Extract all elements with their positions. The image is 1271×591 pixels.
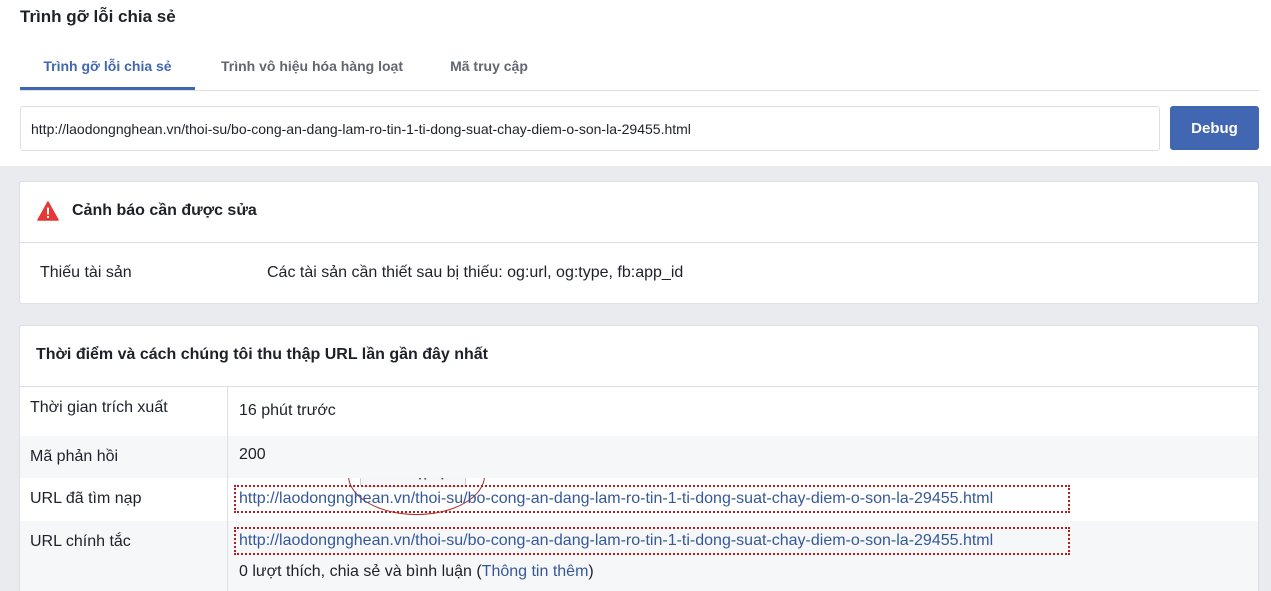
page-title: Trình gỡ lỗi chia sẻ: [20, 7, 176, 26]
engagement-text: 0 lượt thích, chia sẻ và bình luận (Thôn…: [239, 563, 594, 580]
table-row: Thời gian trích xuất 16 phút trước Thu t…: [20, 387, 1258, 515]
scrape-info-card: Thời điểm và cách chúng tôi thu thập URL…: [19, 325, 1259, 591]
fetched-url-link[interactable]: http://laodongnghean.vn/thoi-su/bo-cong-…: [239, 490, 993, 508]
scrape-info-title: Thời điểm và cách chúng tôi thu thập URL…: [36, 346, 489, 363]
more-info-link[interactable]: Thông tin thêm: [482, 563, 589, 580]
tab-batch-invalidator[interactable]: Trình vô hiệu hóa hàng loạt: [216, 48, 408, 90]
fetched-url-label: URL đã tìm nạp: [30, 490, 142, 507]
scraped-time-value: 16 phút trước: [239, 402, 336, 419]
warnings-header: Cảnh báo cần được sửa: [20, 182, 1258, 243]
canonical-url-link[interactable]: http://laodongnghean.vn/thoi-su/bo-cong-…: [239, 532, 993, 550]
canonical-url-label: URL chính tắc: [30, 533, 131, 550]
warning-triangle-icon: [37, 201, 59, 221]
response-code-label: Mã phản hồi: [30, 448, 119, 465]
scraped-time-label: Thời gian trích xuất: [30, 399, 168, 416]
table-row: Mã phản hồi 200: [20, 436, 1258, 478]
warnings-card: Cảnh báo cần được sửa Thiếu tài sản Các …: [19, 181, 1259, 304]
missing-properties-value: Các tài sản cần thiết sau bị thiếu: og:u…: [267, 264, 684, 281]
column-divider: [227, 387, 228, 591]
engagement-count: 0 lượt thích, chia sẻ và bình luận: [239, 563, 472, 580]
debug-button[interactable]: Debug: [1170, 106, 1259, 150]
header-panel: Trình gỡ lỗi chia sẻ Trình gỡ lỗi chia s…: [0, 0, 1271, 166]
table-row: URL chính tắc http://laodongnghean.vn/th…: [20, 521, 1258, 591]
url-input[interactable]: [20, 106, 1160, 151]
tab-sharing-debugger[interactable]: Trình gỡ lỗi chia sẻ: [20, 48, 195, 90]
table-row: URL đã tìm nạp http://laodongnghean.vn/t…: [20, 478, 1258, 521]
tab-access-token[interactable]: Mã truy cập: [448, 48, 530, 90]
response-code-value: 200: [239, 446, 266, 463]
warnings-title: Cảnh báo cần được sửa: [72, 202, 257, 219]
tab-bar: Trình gỡ lỗi chia sẻ Trình vô hiệu hóa h…: [20, 48, 1259, 91]
missing-properties-label: Thiếu tài sản: [40, 264, 132, 281]
